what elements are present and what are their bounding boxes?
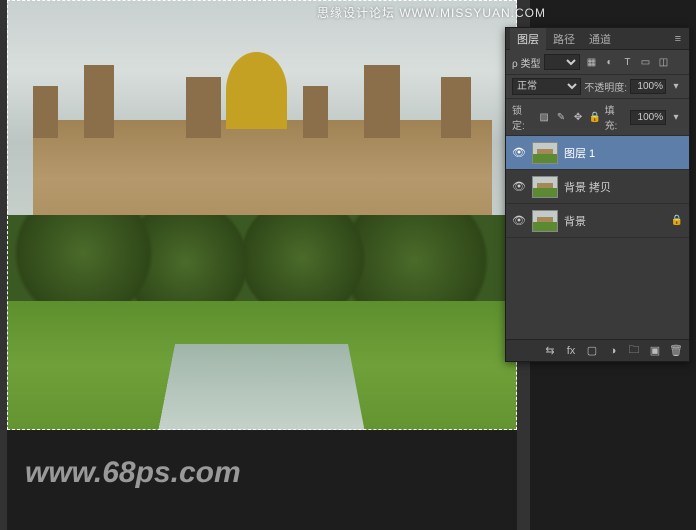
filter-shape-icon[interactable]: ▭ (638, 55, 652, 69)
blend-mode-select[interactable]: 正常 (512, 78, 581, 95)
lock-indicator-icon: 🔒 (671, 215, 683, 226)
filter-kind-label: ρ 类型 (512, 55, 540, 70)
filter-adjust-icon[interactable]: ◐ (602, 55, 616, 69)
image-tower (33, 86, 59, 138)
layer-row[interactable]: 👁 背景 🔒 (506, 204, 689, 238)
layer-name[interactable]: 背景 (564, 213, 586, 229)
image-tower (186, 77, 222, 137)
layer-thumbnail[interactable] (532, 210, 558, 232)
document-image[interactable] (7, 0, 517, 430)
blend-mode-row: 正常 不透明度: ▾ (506, 75, 689, 99)
lock-all-icon[interactable]: 🔒 (589, 111, 602, 124)
chevron-down-icon[interactable]: ▾ (669, 110, 683, 124)
new-layer-icon[interactable]: ▣ (648, 344, 662, 358)
tab-paths[interactable]: 通道 (582, 28, 618, 50)
layers-panel: 图层 路径 通道 ≡ ρ 类型 ▦ ◐ T ▭ ◫ 正常 不透明度: ▾ 锁定:… (505, 27, 690, 362)
opacity-input[interactable] (630, 79, 666, 94)
image-dome (226, 52, 287, 129)
filter-pixel-icon[interactable]: ▦ (584, 55, 598, 69)
adjustment-icon[interactable]: ◑ (606, 344, 620, 358)
lock-row: 锁定: ▨ ✎ ✥ 🔒 填充: ▾ (506, 99, 689, 136)
visibility-eye-icon[interactable]: 👁 (512, 146, 526, 160)
chevron-down-icon[interactable]: ▾ (669, 80, 683, 94)
visibility-eye-icon[interactable]: 👁 (512, 180, 526, 194)
watermark-68ps: www.68ps.com (25, 456, 241, 490)
layer-thumbnail[interactable] (532, 176, 558, 198)
image-trees (7, 215, 517, 310)
layer-filter-row: ρ 类型 ▦ ◐ T ▭ ◫ (506, 50, 689, 75)
mask-icon[interactable]: ▢ (585, 344, 599, 358)
image-tower (84, 65, 115, 138)
lock-brush-icon[interactable]: ✎ (555, 111, 568, 124)
layer-name[interactable]: 背景 拷贝 (564, 179, 611, 195)
layer-row[interactable]: 👁 图层 1 (506, 136, 689, 170)
image-tower (303, 86, 329, 138)
filter-kind-select[interactable] (544, 54, 580, 70)
opacity-label: 不透明度: (584, 79, 627, 94)
image-water (158, 344, 366, 430)
fill-label: 填充: (605, 102, 628, 132)
layer-name[interactable]: 图层 1 (564, 145, 595, 161)
lock-transparent-icon[interactable]: ▨ (538, 111, 551, 124)
group-icon[interactable]: 🗀 (627, 344, 641, 358)
visibility-eye-icon[interactable]: 👁 (512, 214, 526, 228)
filter-type-icon[interactable]: T (620, 55, 634, 69)
tab-channels[interactable]: 路径 (546, 28, 582, 50)
lock-move-icon[interactable]: ✥ (572, 111, 585, 124)
fx-icon[interactable]: fx (564, 344, 578, 358)
image-tower (364, 65, 400, 138)
image-tower (441, 77, 472, 137)
canvas-area: www.68ps.com (0, 0, 530, 530)
panel-menu-icon[interactable]: ≡ (671, 33, 685, 45)
panel-tabs: 图层 路径 通道 ≡ (506, 28, 689, 50)
fill-input[interactable] (630, 110, 666, 125)
layers-list[interactable]: 👁 图层 1 👁 背景 拷贝 👁 背景 🔒 (506, 136, 689, 339)
filter-smart-icon[interactable]: ◫ (656, 55, 670, 69)
lock-label: 锁定: (512, 102, 535, 132)
trash-icon[interactable]: 🗑 (669, 344, 683, 358)
panel-footer: ⇆ fx ▢ ◑ 🗀 ▣ 🗑 (506, 339, 689, 361)
layer-thumbnail[interactable] (532, 142, 558, 164)
watermark-top: 思缘设计论坛 WWW.MISSYUAN.COM (317, 4, 546, 21)
link-layers-icon[interactable]: ⇆ (543, 344, 557, 358)
tab-layers[interactable]: 图层 (510, 28, 546, 50)
layer-row[interactable]: 👁 背景 拷贝 (506, 170, 689, 204)
